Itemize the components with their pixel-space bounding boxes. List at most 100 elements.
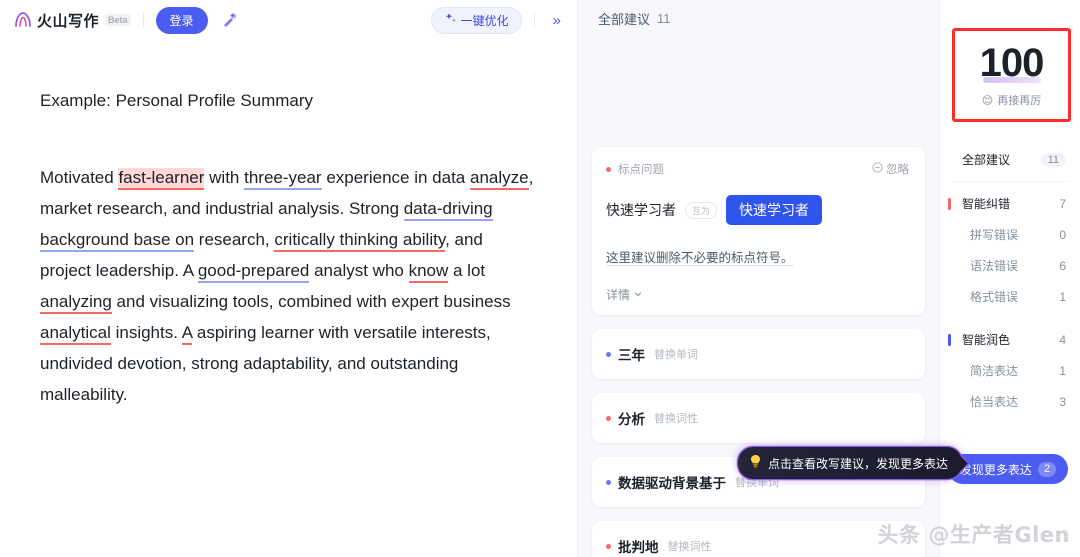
category-label: 简洁表达 xyxy=(970,364,1019,378)
discover-more-count: 2 xyxy=(1037,461,1057,477)
sidebar-item-smart-correction[interactable]: 智能纠错 7 xyxy=(940,188,1080,219)
text-run: Motivated xyxy=(40,167,119,187)
sidebar-item-grammar-errors[interactable]: 语法错误 6 xyxy=(940,250,1080,281)
suggestions-header-count: 11 xyxy=(657,10,671,26)
optimize-label: 一键优化 xyxy=(460,13,509,28)
optimize-button[interactable]: 一键优化 xyxy=(430,6,522,34)
category-accent-bar xyxy=(948,197,951,210)
sidebar-item-all-suggestions[interactable]: 全部建议 11 xyxy=(940,144,1080,175)
card-details-toggle[interactable]: 详情 xyxy=(606,286,909,303)
top-toolbar: 火山写作 Beta 登录 一键优化 » xyxy=(0,0,577,40)
row-word: 分析 xyxy=(618,412,645,427)
toolbar-divider-2 xyxy=(533,12,535,28)
list-item[interactable]: 分析 替换词性 xyxy=(592,393,925,443)
mark-critically-thinking[interactable]: critically thinking ability xyxy=(274,229,446,252)
circle-minus-icon xyxy=(872,162,883,176)
row-dot xyxy=(606,479,611,485)
category-label: 全部建议 xyxy=(962,153,1011,167)
score-underline-decoration xyxy=(982,77,1041,83)
document-editor[interactable]: Example: Personal Profile Summary Motiva… xyxy=(0,40,577,410)
row-tag: 替换单词 xyxy=(654,349,698,361)
score-sidebar: 100 😊 再接再厉 全部建议 11 智能纠错 7 拼写错误 0 语法错误 6 … xyxy=(939,0,1080,557)
row-tag: 替换词性 xyxy=(654,413,698,425)
sidebar-item-format-errors[interactable]: 格式错误 1 xyxy=(940,281,1080,312)
card-details-label: 详情 xyxy=(606,288,631,302)
text-run: and visualizing tools, combined with exp… xyxy=(111,291,511,311)
row-word: 批判地 xyxy=(618,540,659,555)
category-count: 1 xyxy=(1059,363,1066,378)
mark-analyzing[interactable]: analyzing xyxy=(40,291,112,314)
category-label: 格式错误 xyxy=(970,290,1019,304)
mark-three-year[interactable]: three-year xyxy=(244,167,322,190)
category-list: 全部建议 11 智能纠错 7 拼写错误 0 语法错误 6 格式错误 1 智能润色… xyxy=(940,144,1080,417)
sidebar-item-appropriate-expression[interactable]: 恰当表达 3 xyxy=(940,386,1080,417)
category-label: 智能润色 xyxy=(962,333,1011,347)
text-run: insights. xyxy=(110,322,182,342)
suggestions-list: 标点问题 忽略 快速学习者 互为 快速学习者 这里建议删除不必要的标点符号。 详… xyxy=(578,147,939,557)
category-label: 语法错误 xyxy=(970,259,1019,273)
mark-fast-learner[interactable]: fast-learner xyxy=(118,167,205,190)
login-button[interactable]: 登录 xyxy=(155,6,208,34)
document-paragraph: Motivated fast-learner with three-year e… xyxy=(40,162,537,410)
beta-badge: Beta xyxy=(105,14,131,26)
text-run: with xyxy=(204,167,245,187)
category-count: 7 xyxy=(1059,196,1066,211)
ignore-button[interactable]: 忽略 xyxy=(872,161,909,177)
tooltip-text: 点击查看改写建议，发现更多表达 xyxy=(768,456,949,471)
double-chevron-right-icon[interactable]: » xyxy=(547,11,567,30)
category-label: 智能纠错 xyxy=(962,197,1011,211)
category-count: 1 xyxy=(1059,289,1066,304)
discover-more-label: 发现更多表达 xyxy=(959,462,1032,477)
brand-name: 火山写作 xyxy=(37,12,100,30)
mark-good-prepared[interactable]: good-prepared xyxy=(197,260,310,283)
rewrite-hint-tooltip: 点击查看改写建议，发现更多表达 xyxy=(738,447,963,479)
brand-logo: 火山写作 Beta xyxy=(12,9,131,31)
category-count: 11 xyxy=(1040,152,1066,167)
card-description: 这里建议删除不必要的标点符号。 xyxy=(606,251,794,265)
card-header: 标点问题 忽略 xyxy=(606,161,909,177)
category-count: 0 xyxy=(1059,227,1066,242)
card-type-dot xyxy=(606,166,611,172)
discover-more-button[interactable]: 发现更多表达 2 xyxy=(948,454,1068,484)
list-item[interactable]: 批判地 替换词性 xyxy=(592,521,925,557)
mark-analytical[interactable]: analytical xyxy=(40,322,111,345)
ignore-label: 忽略 xyxy=(886,164,909,176)
app-root: 火山写作 Beta 登录 一键优化 » Example: Personal Pr… xyxy=(0,0,1080,557)
suggestion-card[interactable]: 标点问题 忽略 快速学习者 互为 快速学习者 这里建议删除不必要的标点符号。 详… xyxy=(592,147,925,315)
category-separator xyxy=(952,181,1068,182)
sidebar-item-concise-expression[interactable]: 简洁表达 1 xyxy=(940,355,1080,386)
mark-analyze[interactable]: analyze xyxy=(469,167,529,190)
sidebar-item-spelling-errors[interactable]: 拼写错误 0 xyxy=(940,219,1080,250)
apply-replacement-button[interactable]: 快速学习者 xyxy=(726,195,823,225)
score-label: 再接再厉 xyxy=(997,95,1042,107)
text-run: research, xyxy=(194,229,275,249)
suggestions-header: 全部建议 11 xyxy=(578,0,939,36)
original-text: 快速学习者 xyxy=(606,202,676,218)
row-dot xyxy=(606,415,611,421)
category-label: 拼写错误 xyxy=(970,228,1019,242)
watermark: 头条 @生产者Glen xyxy=(877,523,1070,547)
smiley-icon: 😊 xyxy=(981,94,994,107)
text-run: a lot xyxy=(448,260,486,280)
card-type-label: 标点问题 xyxy=(618,164,664,176)
lightbulb-icon xyxy=(749,454,762,472)
editor-pane: 火山写作 Beta 登录 一键优化 » Example: Personal Pr… xyxy=(0,0,577,557)
row-word: 数据驱动背景基于 xyxy=(618,476,726,491)
category-count: 6 xyxy=(1059,258,1066,273)
sidebar-item-smart-polish[interactable]: 智能润色 4 xyxy=(940,324,1080,355)
list-item[interactable]: 三年 替换单词 xyxy=(592,329,925,379)
magic-wand-icon[interactable] xyxy=(216,7,242,33)
score-label-row: 😊 再接再厉 xyxy=(982,92,1041,108)
text-run: experience in data xyxy=(321,167,470,187)
category-count: 3 xyxy=(1059,394,1066,409)
row-tag: 替换词性 xyxy=(667,541,712,553)
text-run: analyst who xyxy=(309,260,409,280)
mark-know[interactable]: know xyxy=(408,260,449,283)
replacement-row: 快速学习者 互为 快速学习者 xyxy=(606,195,909,225)
suggestions-header-label: 全部建议 xyxy=(598,11,651,27)
document-title: Example: Personal Profile Summary xyxy=(40,91,314,110)
suggestions-pane: 全部建议 11 标点问题 忽略 快速学习者 互为 快速学习者 这里建议删除不必要… xyxy=(577,0,963,557)
row-word: 三年 xyxy=(618,348,645,363)
mark-article-a[interactable]: A xyxy=(181,322,193,345)
category-accent-bar xyxy=(948,333,951,346)
